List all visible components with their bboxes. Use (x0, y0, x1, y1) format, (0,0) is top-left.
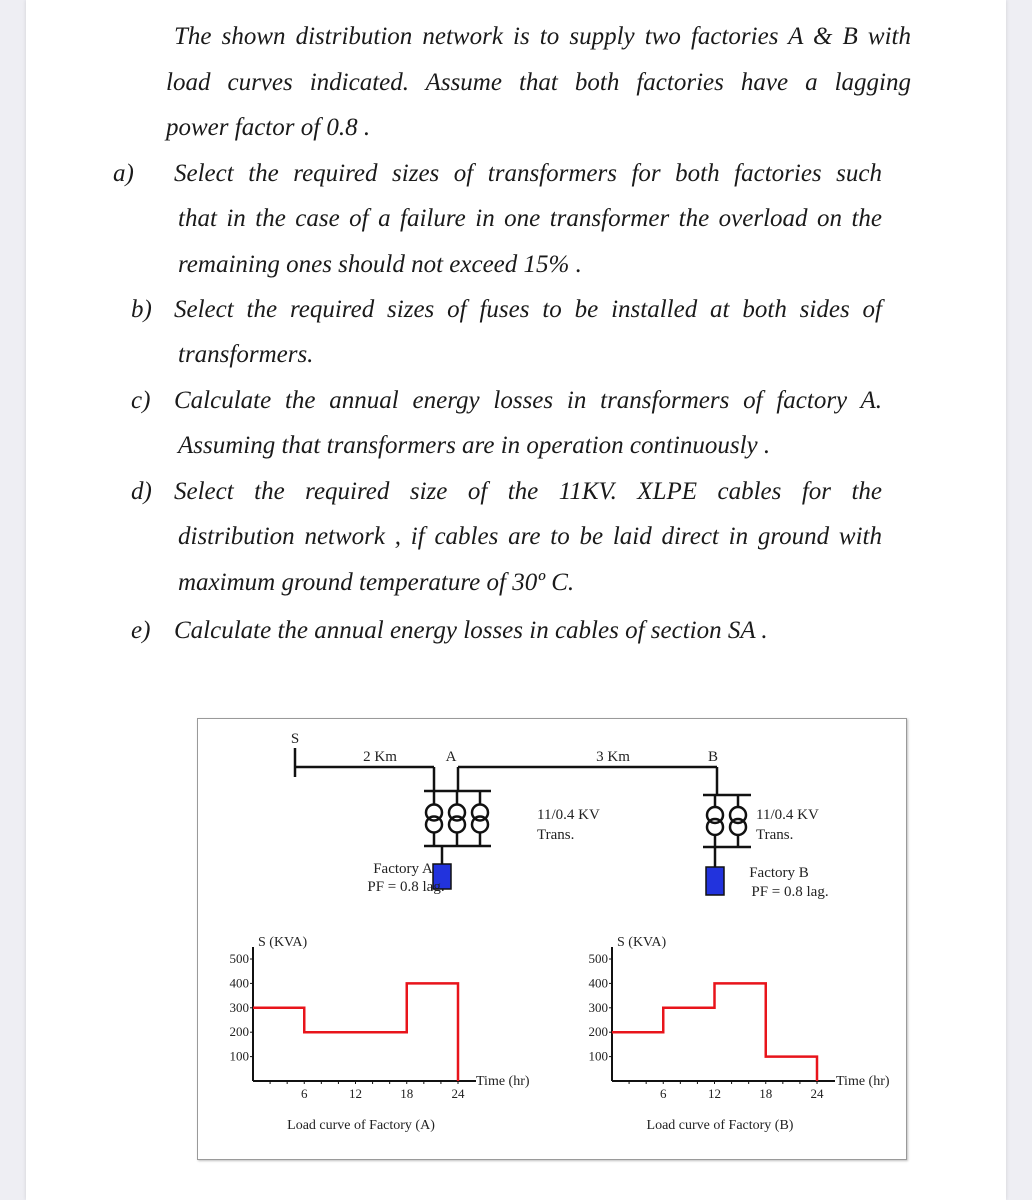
y-tick-label: 500 (589, 951, 609, 966)
factory-a-pf: PF = 0.8 lag. (367, 879, 444, 895)
y-tick-label: 400 (230, 975, 250, 990)
chart-b-title: Load curve of Factory (B) (647, 1118, 794, 1133)
part-a-label: a) (113, 160, 134, 187)
trans-a-rating: 11/0.4 KV (537, 807, 600, 823)
part-e-line-1: Calculate the annual energy losses in ca… (174, 617, 768, 644)
transformer-icon (470, 791, 490, 846)
factory-b-load (705, 866, 725, 896)
y-tick-label: 400 (589, 975, 609, 990)
part-c-line-1: Calculate the annual energy losses in tr… (174, 387, 882, 414)
network-lines (293, 748, 751, 867)
transformers-factory-a (424, 791, 490, 846)
x-tick-label: 24 (811, 1086, 825, 1101)
transformer-secondary-winding (728, 817, 748, 837)
part-a-line-1: Select the required sizes of transformer… (174, 160, 882, 187)
trans-b-rating: 11/0.4 KV (756, 807, 819, 823)
node-s-label: S (291, 731, 299, 747)
part-a-line-2: that in the case of a failure in one tra… (178, 205, 882, 232)
y-tick-label: 100 (589, 1049, 609, 1064)
transformer-icon (705, 795, 725, 847)
trans-a-caption: Trans. (537, 827, 574, 843)
part-e-label: e) (131, 617, 151, 644)
x-tick-label: 12 (708, 1086, 721, 1101)
transformer-icon (447, 791, 467, 846)
y-tick-label: 300 (230, 1000, 250, 1015)
part-b-line-1: Select the required sizes of fuses to be… (174, 296, 882, 323)
transformer-icon (728, 795, 748, 847)
part-d-line-3: maximum ground temperature of 30º C. (178, 569, 575, 596)
trans-b-caption: Trans. (756, 827, 793, 843)
x-tick-label: 6 (660, 1086, 667, 1101)
chart-a-ylabel: S (KVA) (258, 935, 307, 950)
load-step-line (253, 982, 460, 1081)
dist-ab-label: 3 Km (596, 749, 630, 765)
chart-a-title: Load curve of Factory (A) (287, 1118, 435, 1133)
x-tick-label: 12 (349, 1086, 362, 1101)
chart-b-xlabel: Time (hr) (836, 1074, 890, 1089)
load-curve-a: S (KVA) Time (hr) Load curve of Factory … (230, 935, 530, 1133)
part-b-label: b) (131, 296, 152, 323)
intro-line-2: load curves indicated. Assume that both … (166, 69, 911, 96)
dist-sa-label: 2 Km (363, 749, 397, 765)
chart-b-ylabel: S (KVA) (617, 935, 666, 950)
x-tick-label: 6 (301, 1086, 308, 1101)
factory-a-name: Factory A (373, 861, 433, 877)
part-d-line-1: Select the required size of the 11KV. XL… (174, 478, 882, 505)
transformers-factory-b (705, 795, 748, 847)
factory-b-name: Factory B (749, 865, 809, 881)
part-d-line-2: distribution network , if cables are to … (178, 523, 882, 550)
part-d-label: d) (131, 478, 152, 505)
y-tick-label: 300 (589, 1000, 609, 1015)
y-tick-label: 200 (589, 1024, 609, 1039)
y-tick-label: 200 (230, 1024, 250, 1039)
transformer-secondary-winding (424, 815, 444, 834)
part-a-line-3: remaining ones should not exceed 15% . (178, 251, 582, 278)
y-tick-label: 100 (230, 1049, 250, 1064)
part-c-line-2: Assuming that transformers are in operat… (178, 432, 771, 459)
node-b-label: B (708, 749, 718, 765)
intro-line-1: The shown distribution network is to sup… (174, 23, 911, 50)
transformer-secondary-winding (705, 817, 725, 837)
transformer-secondary-winding (447, 815, 467, 834)
part-c-label: c) (131, 387, 151, 414)
x-tick-label: 24 (452, 1086, 466, 1101)
chart-a-xlabel: Time (hr) (476, 1074, 530, 1089)
transformer-secondary-winding (470, 815, 490, 834)
figure-svg: S 2 Km A 3 Km B 11/0.4 KV Trans. 11/0.4 … (230, 731, 890, 1133)
y-tick-label: 500 (230, 951, 250, 966)
node-a-label: A (446, 749, 457, 765)
factory-b-pf: PF = 0.8 lag. (751, 884, 828, 900)
x-tick-label: 18 (400, 1086, 413, 1101)
load-step-line (612, 982, 819, 1081)
x-tick-label: 18 (759, 1086, 772, 1101)
part-b-line-2: transformers. (178, 341, 314, 368)
transformer-icon (424, 791, 444, 846)
network-figure: S 2 Km A 3 Km B 11/0.4 KV Trans. 11/0.4 … (197, 718, 907, 1160)
load-curve-b: S (KVA) Time (hr) Load curve of Factory … (589, 935, 890, 1133)
intro-line-3: power factor of 0.8 . (166, 114, 371, 141)
